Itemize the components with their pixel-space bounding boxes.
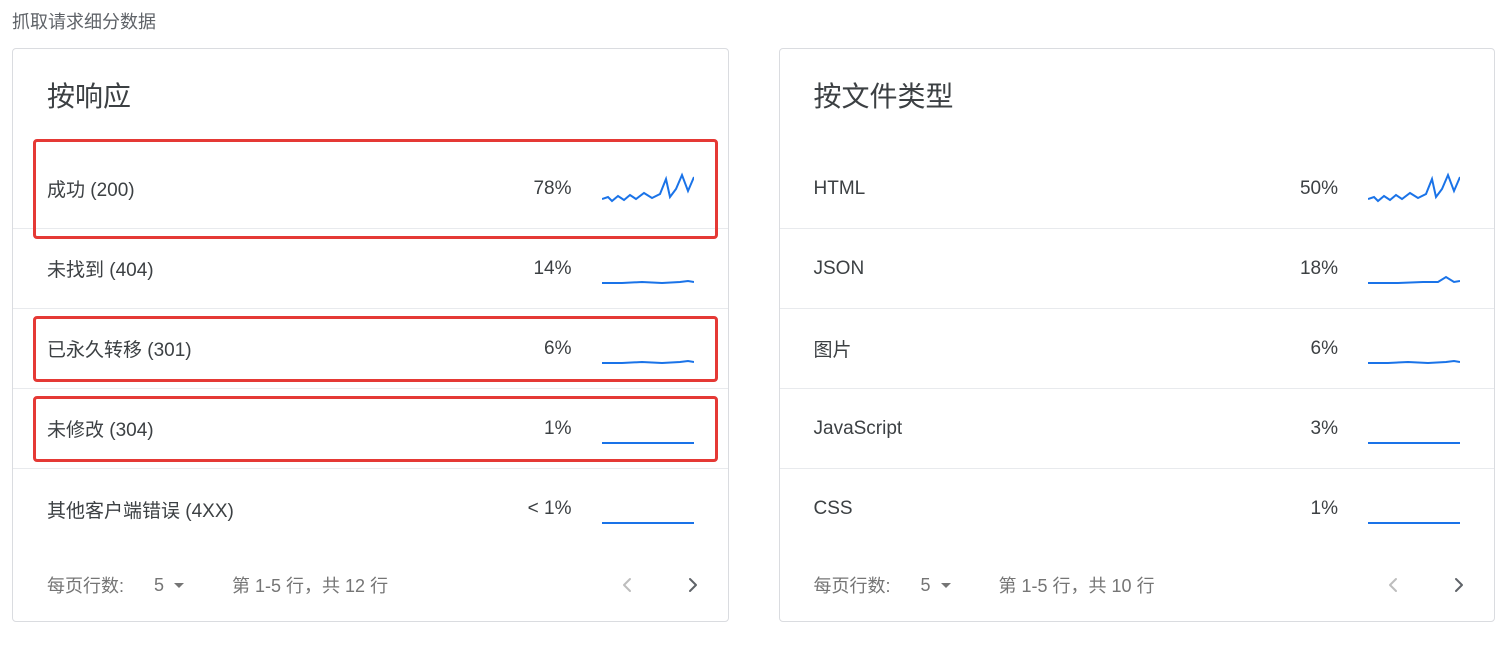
- rows-per-page-label: 每页行数:: [47, 572, 124, 598]
- panel-title: 按响应: [13, 49, 728, 149]
- row-label: 成功 (200): [47, 175, 492, 202]
- row-value: 18%: [1258, 258, 1368, 280]
- next-page-button[interactable]: [674, 567, 710, 603]
- row-value: < 1%: [492, 498, 602, 520]
- row-value: 1%: [1258, 498, 1368, 520]
- row-label: 图片: [814, 335, 1259, 362]
- page-title: 抓取请求细分数据: [12, 0, 1495, 48]
- row-label: 未找到 (404): [47, 255, 492, 282]
- sparkline-icon: [602, 249, 694, 289]
- panel-title: 按文件类型: [780, 49, 1495, 149]
- sparkline-icon: [1368, 249, 1460, 289]
- table-row[interactable]: HTML50%: [780, 149, 1495, 229]
- table-footer: 每页行数: 5 第 1-5 行，共 12 行: [13, 549, 728, 621]
- sparkline-icon: [1368, 409, 1460, 449]
- row-value: 3%: [1258, 418, 1368, 440]
- row-value: 78%: [492, 178, 602, 200]
- sparkline-icon: [602, 489, 694, 529]
- sparkline-icon: [1368, 489, 1460, 529]
- table-row[interactable]: 未修改 (304)1%: [13, 389, 728, 469]
- response-panel: 按响应成功 (200)78%未找到 (404)14%已永久转移 (301)6%未…: [12, 48, 729, 622]
- dropdown-icon[interactable]: [172, 578, 186, 592]
- table-row[interactable]: 未找到 (404)14%: [13, 229, 728, 309]
- row-value: 50%: [1258, 178, 1368, 200]
- row-label: 已永久转移 (301): [47, 335, 492, 362]
- sparkline-icon: [1368, 169, 1460, 209]
- rows-per-page-value[interactable]: 5: [154, 575, 164, 596]
- sparkline-icon: [602, 409, 694, 449]
- table-row[interactable]: 其他客户端错误 (4XX)< 1%: [13, 469, 728, 549]
- pagination-range: 第 1-5 行，共 10 行: [999, 572, 1376, 598]
- sparkline-icon: [602, 169, 694, 209]
- row-value: 6%: [1258, 338, 1368, 360]
- prev-page-button: [610, 567, 646, 603]
- row-label: HTML: [814, 178, 1259, 200]
- row-label: JSON: [814, 258, 1259, 280]
- row-label: 其他客户端错误 (4XX): [47, 496, 492, 523]
- table-row[interactable]: 已永久转移 (301)6%: [13, 309, 728, 389]
- table-row[interactable]: 成功 (200)78%: [13, 149, 728, 229]
- table-row[interactable]: JavaScript3%: [780, 389, 1495, 469]
- dropdown-icon[interactable]: [939, 578, 953, 592]
- table-row[interactable]: JSON18%: [780, 229, 1495, 309]
- sparkline-icon: [1368, 329, 1460, 369]
- row-value: 14%: [492, 258, 602, 280]
- row-value: 1%: [492, 418, 602, 440]
- table-footer: 每页行数: 5 第 1-5 行，共 10 行: [780, 549, 1495, 621]
- table-row[interactable]: CSS1%: [780, 469, 1495, 549]
- row-label: JavaScript: [814, 418, 1259, 440]
- sparkline-icon: [602, 329, 694, 369]
- rows-per-page-value[interactable]: 5: [921, 575, 931, 596]
- row-label: CSS: [814, 498, 1259, 520]
- table-row[interactable]: 图片6%: [780, 309, 1495, 389]
- filetype-panel: 按文件类型HTML50%JSON18%图片6%JavaScript3%CSS1%…: [779, 48, 1496, 622]
- rows-per-page-label: 每页行数:: [814, 572, 891, 598]
- pagination-range: 第 1-5 行，共 12 行: [232, 572, 609, 598]
- row-value: 6%: [492, 338, 602, 360]
- next-page-button[interactable]: [1440, 567, 1476, 603]
- row-label: 未修改 (304): [47, 415, 492, 442]
- prev-page-button: [1376, 567, 1412, 603]
